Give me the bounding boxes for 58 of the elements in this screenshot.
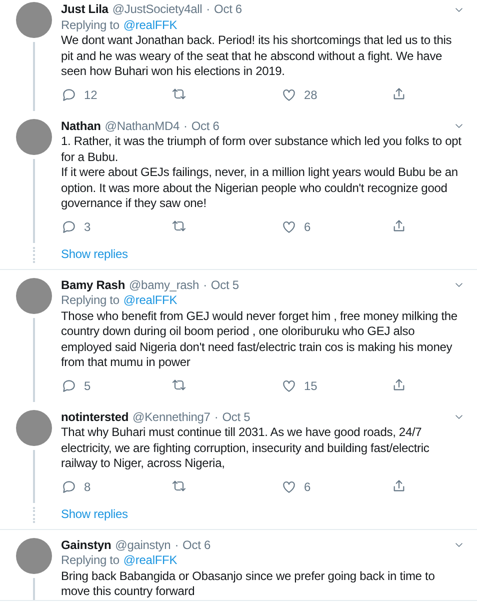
reply-icon bbox=[61, 378, 77, 394]
separator-dot: · bbox=[184, 118, 188, 134]
user-name: Just Lila bbox=[61, 2, 108, 18]
tweet-text: That why Buhari must continue till 2031. As we have good roads, 24/7 electricity, we are fighting corruption, insecurity and building fast/electric railway to Niger, across Nigeria, bbox=[61, 425, 430, 472]
user-name: notintersted bbox=[61, 410, 129, 425]
avatar-photo bbox=[16, 278, 52, 314]
reply-icon bbox=[61, 479, 77, 495]
mention-link[interactable]: @realFFK bbox=[123, 553, 178, 568]
user-handle: @JustSociety4all bbox=[112, 2, 202, 18]
heart-icon bbox=[281, 378, 297, 394]
like-button[interactable]: 28 bbox=[281, 86, 391, 104]
heart-icon bbox=[281, 479, 297, 495]
user-handle: @bamy_rash bbox=[129, 278, 200, 293]
user-name: Bamy Rash bbox=[61, 278, 126, 293]
avatar-photo bbox=[16, 118, 52, 154]
user-name: Nathan bbox=[61, 118, 101, 134]
share-icon bbox=[391, 86, 407, 102]
share-icon bbox=[391, 376, 407, 392]
show-replies-link[interactable]: Show replies bbox=[61, 246, 128, 262]
separator-dot: · bbox=[206, 2, 210, 18]
tweet-text: Bring back Babangida or Obasanjo since we prefer going back in time to move this country forward bbox=[61, 568, 436, 600]
heart-icon bbox=[281, 219, 297, 235]
tweet-date: Oct 6 bbox=[214, 2, 242, 18]
mention-link[interactable]: @realFFK bbox=[123, 18, 178, 33]
like-button[interactable]: 15 bbox=[281, 376, 391, 396]
like-button[interactable]: 6 bbox=[281, 218, 391, 236]
replying-label: Replying to bbox=[61, 18, 120, 33]
user-handle: @NathanMD4 bbox=[104, 118, 180, 134]
like-button[interactable]: 6 bbox=[281, 478, 391, 496]
separator-dot: · bbox=[203, 278, 207, 293]
reply-icon bbox=[61, 87, 77, 103]
user-handle: @Kennething7 bbox=[132, 410, 210, 425]
tweet-text: Those who benefit from GEJ would never forget him , free money milking the country down during oil boom period , one oloriburuku who GEJ also employed said Nigeria don't need fast/electric train cos is making his money from that mumu in power bbox=[61, 308, 458, 370]
heart-icon bbox=[281, 87, 297, 103]
separator-dot: · bbox=[214, 410, 218, 425]
tweet-text: We dont want Jonathan back. Period! its his shortcomings that led us to this pit and he was weary of the seat that he abscond without a fight. We have seen how Buhari won his elections in 2019. bbox=[61, 33, 453, 80]
show-replies-link[interactable]: Show replies bbox=[61, 506, 128, 522]
reply-button[interactable]: 3 bbox=[61, 218, 171, 236]
reply-button[interactable]: 12 bbox=[61, 86, 171, 104]
separator-dot: · bbox=[174, 538, 179, 553]
tweet-date: Oct 5 bbox=[222, 410, 250, 425]
user-name: Gainstyn bbox=[61, 538, 112, 553]
reply-button[interactable]: 5 bbox=[61, 376, 171, 396]
mention-link[interactable]: @realFFK bbox=[123, 293, 178, 308]
reply-icon bbox=[61, 219, 77, 235]
avatar-photo bbox=[16, 538, 52, 574]
share-icon bbox=[391, 218, 407, 234]
tweet-date: Oct 6 bbox=[182, 538, 210, 553]
tweet-date: Oct 5 bbox=[210, 278, 239, 293]
avatar-photo bbox=[16, 2, 52, 38]
tweet-text: 1. Rather, it was the triumph of form over substance which led you folks to opt for a Bubu. If it were about GEJs failings, never, in a million light years would Bubu be an option. It was more about the Nigerian people who couldn't recognize good governance if they saw one! bbox=[61, 134, 462, 212]
tweet-date: Oct 6 bbox=[191, 118, 220, 134]
share-icon bbox=[391, 478, 407, 494]
replying-label: Replying to bbox=[61, 293, 120, 308]
avatar-photo bbox=[16, 410, 52, 446]
user-handle: @gainstyn bbox=[115, 538, 171, 553]
replying-label: Replying to bbox=[61, 553, 120, 568]
reply-button[interactable]: 8 bbox=[61, 478, 171, 496]
